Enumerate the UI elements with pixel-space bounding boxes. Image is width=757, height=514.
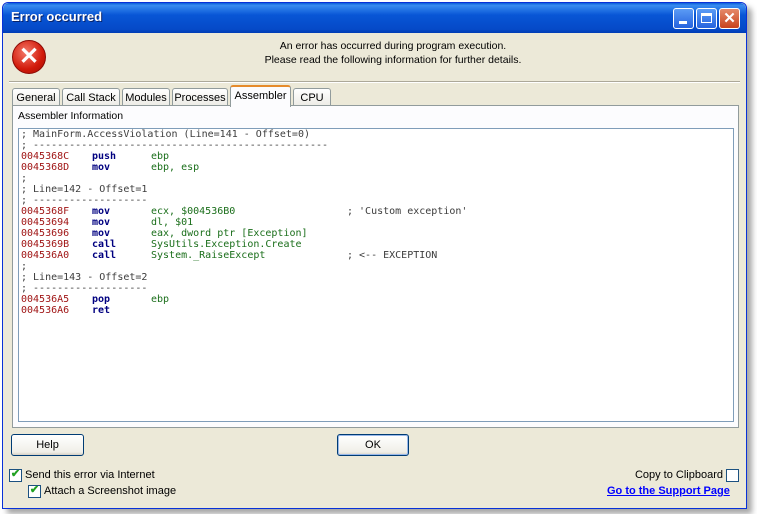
code-line: ; Line=143 - Offset=2 xyxy=(19,272,733,283)
code-address: 004536A0 xyxy=(21,250,70,261)
code-comment: ; Line=143 - Offset=2 xyxy=(21,272,148,283)
code-opcode: call xyxy=(92,250,117,261)
code-operand: ebp xyxy=(151,294,170,305)
code-operand: dl, $01 xyxy=(151,217,194,228)
code-comment: ; xyxy=(21,173,28,184)
code-address: 0045368C xyxy=(21,151,70,162)
window-title: Error occurred xyxy=(11,9,103,24)
checkmark-icon: ✔ xyxy=(29,484,40,496)
attach-screenshot-checkbox[interactable]: ✔ xyxy=(28,484,41,498)
code-line: 00453694 mov dl, $01 xyxy=(19,217,733,228)
send-error-option[interactable]: ✔ Send this error via Internet xyxy=(9,468,249,483)
code-opcode: mov xyxy=(92,206,111,217)
send-error-label: Send this error via Internet xyxy=(25,469,155,481)
code-line: ; --------------------------------------… xyxy=(19,140,733,151)
copy-clipboard-option[interactable]: Copy to Clipboard xyxy=(603,469,739,483)
support-page-link[interactable]: Go to the Support Page xyxy=(607,485,730,497)
code-address: 0045368F xyxy=(21,206,70,217)
tab-general[interactable]: General xyxy=(12,88,60,106)
code-line: 0045368C push ebp xyxy=(19,151,733,162)
assembler-code-view[interactable]: ; MainForm.AccessViolation (Line=141 - O… xyxy=(18,128,734,422)
code-opcode: push xyxy=(92,151,117,162)
minimize-icon xyxy=(679,21,687,24)
code-opcode: pop xyxy=(92,294,111,305)
ok-button[interactable]: OK xyxy=(337,434,409,456)
code-opcode: ret xyxy=(92,305,111,316)
code-address: 00453696 xyxy=(21,228,70,239)
code-line: 00453696 mov eax, dword ptr [Exception] xyxy=(19,228,733,239)
code-operand: SysUtils.Exception.Create xyxy=(151,239,302,250)
error-message-line-1: An error has occurred during program exe… xyxy=(279,40,507,52)
code-line: ; ------------------- xyxy=(19,283,733,294)
code-comment: ; Line=142 - Offset=1 xyxy=(21,184,148,195)
code-address: 0045369B xyxy=(21,239,70,250)
code-comment: ; xyxy=(21,261,28,272)
title-bar[interactable]: Error occurred ✕ xyxy=(3,3,746,33)
code-operand: ebp, esp xyxy=(151,162,200,173)
copy-clipboard-checkbox[interactable] xyxy=(726,469,739,482)
code-opcode: call xyxy=(92,239,117,250)
code-line: 004536A6 ret xyxy=(19,305,733,316)
attach-screenshot-label: Attach a Screenshot image xyxy=(44,485,177,497)
tab-call-stack[interactable]: Call Stack xyxy=(62,88,120,106)
code-opcode: mov xyxy=(92,228,111,239)
minimize-button[interactable] xyxy=(673,8,694,29)
code-operand: ebp xyxy=(151,151,170,162)
tab-processes[interactable]: Processes xyxy=(172,88,228,106)
code-line: ; xyxy=(19,261,733,272)
code-address: 004536A6 xyxy=(21,305,70,316)
code-line: ; xyxy=(19,173,733,184)
close-button[interactable]: ✕ xyxy=(719,8,740,29)
code-line: 004536A0 call System._RaiseExcept ; <-- EXC… xyxy=(19,250,733,261)
code-operand: ecx, $004536B0 xyxy=(151,206,236,217)
error-dialog: Error occurred ✕ ✕ An error has occurred… xyxy=(2,2,747,509)
code-comment: ; ------------------- xyxy=(21,283,148,294)
code-address: 004536A5 xyxy=(21,294,70,305)
assembler-panel: Assembler Information ; MainForm.AccessV… xyxy=(12,105,739,428)
code-operand: eax, dword ptr [Exception] xyxy=(151,228,308,239)
header-divider xyxy=(9,81,740,83)
code-line: 004536A5 pop ebp xyxy=(19,294,733,305)
code-note: ; 'Custom exception' xyxy=(347,206,468,217)
code-note: ; <-- EXCEPTION xyxy=(347,250,438,261)
code-line: 0045368F mov ecx, $004536B0 ; 'Custom excep… xyxy=(19,206,733,217)
code-opcode: mov xyxy=(92,162,111,173)
copy-clipboard-label: Copy to Clipboard xyxy=(634,469,723,481)
checkmark-icon: ✔ xyxy=(10,468,21,480)
send-error-checkbox[interactable]: ✔ xyxy=(9,468,22,482)
code-line: ; ------------------- xyxy=(19,195,733,206)
code-opcode: mov xyxy=(92,217,111,228)
tab-modules[interactable]: Modules xyxy=(122,88,170,106)
code-line: 0045368D mov ebp, esp xyxy=(19,162,733,173)
maximize-button[interactable] xyxy=(696,8,717,29)
attach-screenshot-option[interactable]: ✔ Attach a Screenshot image xyxy=(28,484,268,499)
code-comment: ; MainForm.AccessViolation (Line=141 - O… xyxy=(21,129,310,140)
close-icon: ✕ xyxy=(723,10,736,27)
tab-assembler[interactable]: Assembler xyxy=(230,85,291,107)
code-line: ; MainForm.AccessViolation (Line=141 - O… xyxy=(19,129,733,140)
code-operand: System._RaiseExcept xyxy=(151,250,266,261)
tab-cpu[interactable]: CPU xyxy=(293,88,331,106)
maximize-icon xyxy=(701,13,712,23)
code-comment: ; --------------------------------------… xyxy=(21,140,329,151)
code-address: 0045368D xyxy=(21,162,70,173)
error-message-line-2: Please read the following information fo… xyxy=(264,54,522,66)
panel-label: Assembler Information xyxy=(18,110,124,122)
code-comment: ; ------------------- xyxy=(21,195,148,206)
error-icon: ✕ xyxy=(12,40,46,74)
help-button[interactable]: Help xyxy=(11,434,84,456)
code-line: ; Line=142 - Offset=1 xyxy=(19,184,733,195)
code-address: 00453694 xyxy=(21,217,70,228)
code-line: 0045369B call SysUtils.Exception.Create xyxy=(19,239,733,250)
